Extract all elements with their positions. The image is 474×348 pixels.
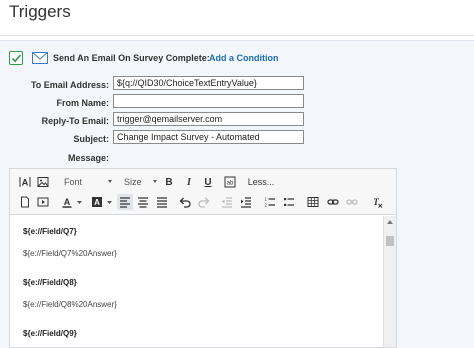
reply-to-label: Reply-To Email: xyxy=(41,116,109,126)
indent-icon[interactable] xyxy=(239,195,253,209)
source-icon[interactable]: ab xyxy=(223,175,237,189)
from-name-field[interactable] xyxy=(113,94,304,108)
insert-image-icon[interactable] xyxy=(36,175,50,189)
link-icon[interactable] xyxy=(326,195,340,209)
align-justify-icon[interactable] xyxy=(155,195,169,209)
align-left-icon[interactable] xyxy=(117,194,133,210)
send-email-label: Send An Email On Survey Complete: xyxy=(53,53,210,63)
text-color-icon[interactable]: A xyxy=(60,195,86,209)
chevron-down-icon xyxy=(108,180,112,183)
table-icon[interactable] xyxy=(306,195,320,209)
align-center-icon[interactable] xyxy=(136,195,150,209)
scrollbar-thumb[interactable] xyxy=(386,236,394,246)
clear-formatting-icon[interactable]: T xyxy=(370,195,384,209)
editor-content[interactable]: ${e://Field/Q7} ${e://Field/Q7%20Answer}… xyxy=(10,216,382,347)
message-line-q7-answer: ${e://Field/Q7%20Answer} xyxy=(23,249,117,258)
subject-field[interactable]: Change Impact Survey - Automated xyxy=(113,130,304,144)
checkmark-icon xyxy=(11,54,22,63)
scroll-up-icon[interactable] xyxy=(387,220,393,224)
from-name-label: From Name: xyxy=(56,98,109,108)
size-dropdown[interactable]: Size xyxy=(124,175,160,189)
svg-text:A: A xyxy=(94,198,100,207)
svg-text:ab: ab xyxy=(227,181,234,187)
to-email-label: To Email Address: xyxy=(30,80,109,90)
message-editor: A Font Size B I U ab Less... A A 1 2 T $… xyxy=(9,168,397,348)
message-line-q8-answer: ${e://Field/Q8%20Answer} xyxy=(23,300,117,309)
to-email-field[interactable]: ${q://QID30/ChoiceTextEntryValue} xyxy=(113,76,304,90)
message-line-q8: ${e://Field/Q8} xyxy=(23,278,77,287)
numbered-list-icon[interactable]: 12 xyxy=(263,195,277,209)
svg-text:A: A xyxy=(64,197,71,207)
send-email-checkbox[interactable] xyxy=(9,51,23,65)
message-line-q9: ${e://Field/Q9} xyxy=(23,329,77,338)
media-icon[interactable] xyxy=(36,195,50,209)
undo-icon[interactable] xyxy=(178,195,192,209)
editor-scrollbar[interactable] xyxy=(383,216,396,347)
less-button[interactable]: Less... xyxy=(246,175,276,189)
chevron-down-icon xyxy=(153,180,157,183)
new-document-icon[interactable] xyxy=(18,195,32,209)
italic-button[interactable]: I xyxy=(182,175,196,189)
page-header: Triggers xyxy=(0,0,474,36)
size-dropdown-label: Size xyxy=(124,177,142,187)
underline-button[interactable]: U xyxy=(201,175,215,189)
editor-toolbar: A Font Size B I U ab Less... A A 1 2 T xyxy=(10,169,396,215)
page-title: Triggers xyxy=(9,2,71,21)
message-line-q7: ${e://Field/Q7} xyxy=(23,227,77,236)
svg-text:A: A xyxy=(22,178,29,188)
svg-text:1: 1 xyxy=(265,197,268,202)
unlink-icon[interactable] xyxy=(345,195,359,209)
font-dropdown-label: Font xyxy=(64,177,83,187)
bulleted-list-icon[interactable] xyxy=(282,195,296,209)
message-label: Message: xyxy=(67,153,109,163)
font-dropdown[interactable]: Font xyxy=(64,175,116,189)
bold-button[interactable]: B xyxy=(162,175,176,189)
svg-text:2: 2 xyxy=(265,203,268,208)
svg-text:T: T xyxy=(373,197,379,207)
subject-label: Subject: xyxy=(73,134,109,144)
add-condition-link[interactable]: Add a Condition xyxy=(209,53,279,63)
reply-to-field[interactable]: trigger@qemailserver.com xyxy=(113,112,304,126)
outdent-icon[interactable] xyxy=(220,195,234,209)
piped-text-icon[interactable]: A xyxy=(18,175,32,189)
background-color-icon[interactable]: A xyxy=(90,195,116,209)
email-icon xyxy=(32,51,48,69)
redo-icon[interactable] xyxy=(197,195,211,209)
